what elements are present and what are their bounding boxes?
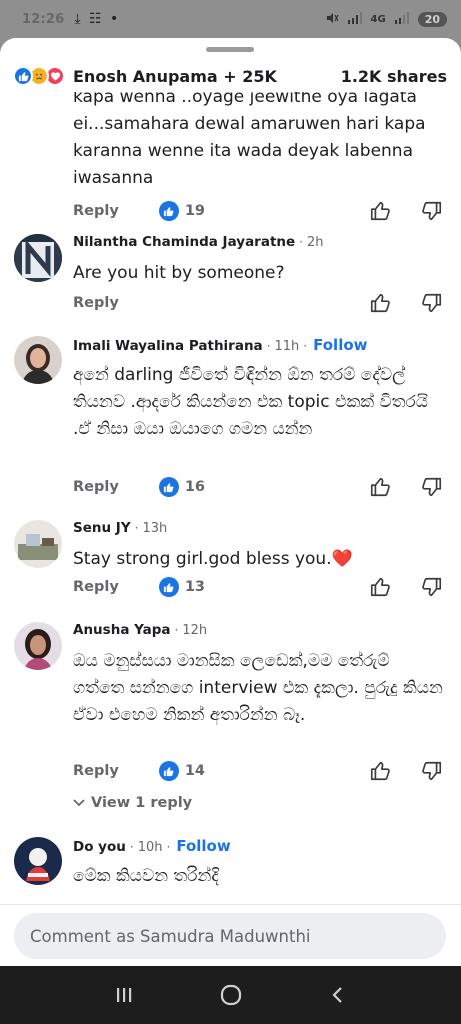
like-count-value: 16 <box>184 479 205 495</box>
chevron-down-icon <box>73 795 85 811</box>
thumb-up-icon[interactable] <box>369 200 391 222</box>
comment-text: kapa wenna ..oyage jeewithe oya lagata e… <box>73 92 426 188</box>
thumb-up-icon[interactable] <box>369 476 391 498</box>
view-replies-button[interactable]: View 1 reply <box>73 792 192 814</box>
reply-button[interactable]: Reply <box>73 203 119 219</box>
thumb-up-icon[interactable] <box>369 760 391 782</box>
reacted-by-text[interactable]: Enosh Anupama + 25K <box>73 67 277 86</box>
back-icon[interactable] <box>318 975 358 1015</box>
comment-author[interactable]: Imali Wayalina Pathirana <box>73 338 263 354</box>
comment-text: මේක කියවන තරින්දි <box>73 866 219 886</box>
comment-time[interactable]: 12h <box>182 623 207 638</box>
comment-text: අනේ darling ජීවිතේ විඳින්න ඕන තරම් දේවල්… <box>73 365 429 439</box>
reply-button[interactable]: Reply <box>73 763 119 779</box>
comment-time[interactable]: 11h <box>275 339 300 354</box>
thumb-up-icon[interactable] <box>369 576 391 598</box>
avatar[interactable] <box>14 336 62 384</box>
like-count-value: 19 <box>184 203 205 219</box>
notification-icons: ⤓ ☷ • <box>74 11 121 27</box>
like-count[interactable]: 14 <box>158 761 205 781</box>
reply-button[interactable]: Reply <box>73 579 119 595</box>
comment-meta: Do you · 10h · Follow <box>73 837 443 857</box>
separator-dot: · <box>166 840 171 854</box>
vote-buttons <box>369 576 443 598</box>
like-count[interactable]: 13 <box>158 577 205 597</box>
comment-actions: Reply 19 <box>73 198 443 224</box>
comment-text: ඔය මනුස්සයා මානසික ලෙඩෙක්,මම තේරුම් ගත්ත… <box>73 651 443 725</box>
separator-dot: · <box>303 339 308 353</box>
comment-meta: Anusha Yapa · 12h <box>73 622 443 642</box>
status-time: 12:26 <box>22 11 65 27</box>
vote-buttons <box>369 760 443 782</box>
drag-handle[interactable] <box>206 47 254 52</box>
separator-dot: · <box>174 623 179 637</box>
like-count-value: 14 <box>184 763 205 779</box>
avatar[interactable] <box>14 622 62 670</box>
comment-text: Are you hit by someone? <box>73 263 285 283</box>
thumb-down-icon[interactable] <box>421 200 443 222</box>
status-right: 4G 20 <box>325 11 447 28</box>
thumb-down-icon[interactable] <box>421 292 443 314</box>
comment-input[interactable]: Comment as Samudra Maduwnthi <box>14 913 446 959</box>
reactions-header: Enosh Anupama + 25K 1.2K shares <box>0 60 461 92</box>
like-icon <box>158 577 179 597</box>
avatar[interactable] <box>14 520 62 568</box>
battery-indicator: 20 <box>417 11 447 27</box>
follow-button[interactable]: Follow <box>313 336 367 354</box>
vote-buttons <box>369 292 443 314</box>
thumb-down-icon[interactable] <box>421 760 443 782</box>
reply-button[interactable]: Reply <box>73 479 119 495</box>
recents-icon[interactable] <box>104 975 144 1015</box>
vote-buttons <box>369 476 443 498</box>
comment-actions: Reply 14 <box>73 758 443 784</box>
comment-time[interactable]: 13h <box>142 521 167 536</box>
comment-text: Stay strong girl.god bless you.❤️ <box>73 549 353 569</box>
view-replies-label: View 1 reply <box>91 795 193 811</box>
follow-button[interactable]: Follow <box>176 837 230 855</box>
thumb-down-icon[interactable] <box>421 576 443 598</box>
vote-buttons <box>369 200 443 222</box>
comment-actions: Reply <box>73 290 443 316</box>
thumb-down-icon[interactable] <box>421 476 443 498</box>
network-type-label: 4G <box>370 13 386 25</box>
composer-bar: Comment as Samudra Maduwnthi <box>0 904 461 966</box>
like-icon <box>158 761 179 781</box>
status-bar: 12:26 ⤓ ☷ • 4G 20 <box>0 0 461 38</box>
like-icon <box>158 201 179 221</box>
separator-dot: · <box>266 339 271 353</box>
comment-actions: Reply 16 <box>73 474 443 500</box>
comment-author[interactable]: Nilantha Chaminda Jayaratne <box>73 234 295 250</box>
shares-count[interactable]: 1.2K shares <box>341 67 447 86</box>
comment-meta: Imali Wayalina Pathirana · 11h · Follow <box>73 336 443 356</box>
reply-button[interactable]: Reply <box>73 295 119 311</box>
avatar[interactable] <box>14 837 62 885</box>
like-count[interactable]: 19 <box>158 201 205 221</box>
like-count[interactable]: 16 <box>158 477 205 497</box>
comment-author[interactable]: Anusha Yapa <box>73 622 171 638</box>
comment-actions: Reply 13 <box>73 574 443 600</box>
mute-icon <box>325 11 339 28</box>
comments-sheet: Enosh Anupama + 25K 1.2K shares kapa wen… <box>0 38 461 966</box>
separator-dot: · <box>299 235 303 249</box>
comment-author[interactable]: Senu JY <box>73 520 131 536</box>
system-nav-bar <box>0 966 461 1024</box>
comment-meta: Senu JY · 13h <box>73 520 443 540</box>
like-icon <box>13 66 33 86</box>
like-icon <box>158 477 179 497</box>
comment-author[interactable]: Do you <box>73 839 126 855</box>
comment-time[interactable]: 10h <box>138 840 163 855</box>
thumb-up-icon[interactable] <box>369 292 391 314</box>
comment-meta: Nilantha Chaminda Jayaratne · 2h <box>73 234 443 254</box>
wifi-signal-icon <box>347 11 363 27</box>
comment-time[interactable]: 2h <box>307 235 324 250</box>
avatar[interactable] <box>14 234 62 282</box>
comments-list[interactable]: kapa wenna ..oyage jeewithe oya lagata e… <box>0 92 461 914</box>
home-icon[interactable] <box>211 975 251 1015</box>
cell-signal-icon <box>394 11 410 27</box>
separator-dot: · <box>134 521 139 535</box>
like-count-value: 13 <box>184 579 205 595</box>
reaction-icons[interactable] <box>13 66 65 86</box>
separator-dot: · <box>129 840 134 854</box>
